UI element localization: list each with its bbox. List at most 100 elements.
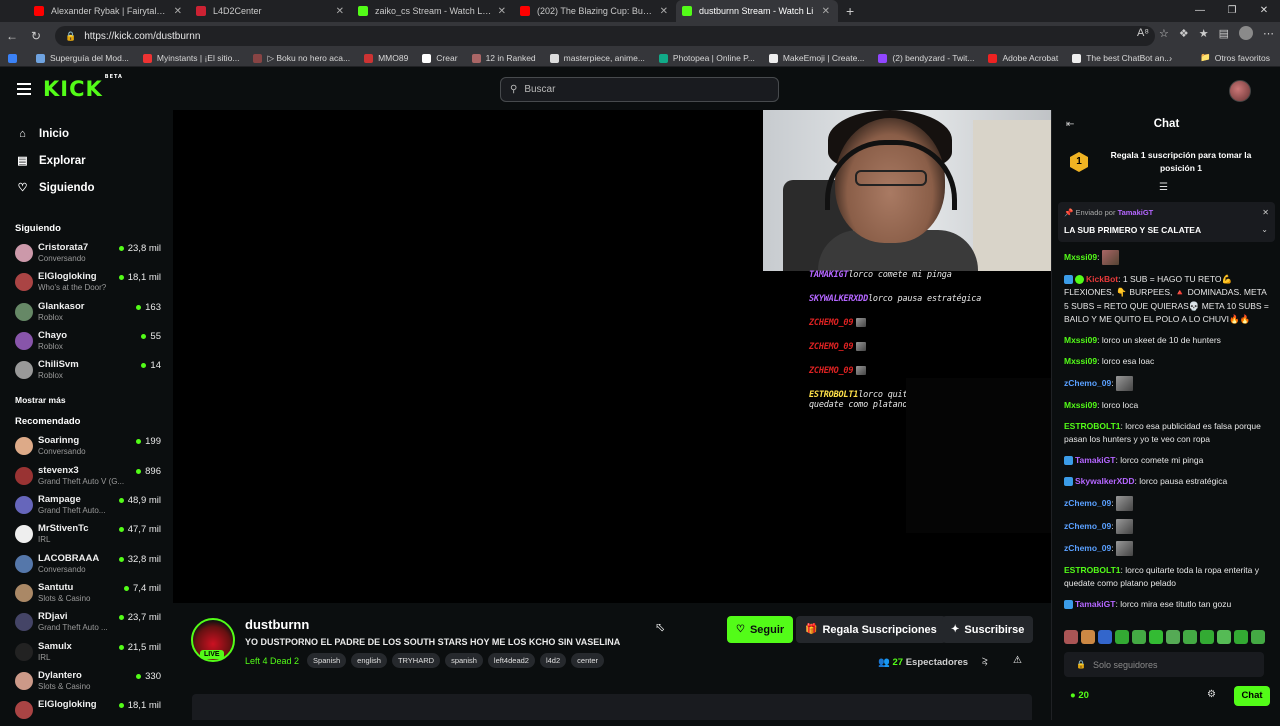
subscribe-button[interactable]: ✦ Suscribirse (942, 616, 1034, 643)
stream-tag[interactable]: TRYHARD (391, 653, 441, 668)
sub-leaderboard[interactable]: 1 Regala 1 suscripción para tomar la pos… (1062, 146, 1272, 184)
follow-button[interactable]: ♡ Seguir (727, 616, 794, 643)
browser-tab[interactable]: zaiko_cs Stream - Watch Live on K ✕ (352, 0, 514, 22)
quick-emote-icon[interactable] (1234, 630, 1248, 644)
chat-username[interactable]: ESTROBOLT1 (1064, 421, 1121, 431)
quick-emote-icon[interactable] (1081, 630, 1095, 644)
sidebar-channel[interactable]: ElGlogloking Who's at the Door? 18,1 mil (0, 269, 173, 298)
quick-emote-icon[interactable] (1098, 630, 1112, 644)
minimize-button[interactable]: — (1184, 0, 1216, 22)
sidebar-channel[interactable]: Cristorata7 Conversando 23,8 mil (0, 240, 173, 269)
chat-username[interactable]: TamakiGT (1075, 599, 1115, 609)
back-button[interactable]: ← (0, 29, 24, 43)
quick-emote-icon[interactable] (1251, 630, 1265, 644)
profile-avatar[interactable] (1239, 26, 1253, 40)
browser-tab[interactable]: L4D2Center ✕ (190, 0, 352, 22)
filter-icon[interactable]: ☰ (1159, 182, 1168, 193)
sidebar-channel[interactable]: Rampage Grand Theft Auto... 48,9 mil (0, 492, 173, 521)
channel-name[interactable]: dustburnn (245, 617, 309, 632)
quick-emote-icon[interactable] (1064, 630, 1078, 644)
bookmark-item[interactable]: Adobe Acrobat (988, 53, 1058, 64)
gear-icon[interactable]: ⚙ (1207, 689, 1216, 700)
browser-tab[interactable]: (202) The Blazing Cup: Bully vs Ch ✕ (514, 0, 676, 22)
stream-tag[interactable]: spanish (445, 653, 483, 668)
more-icon[interactable]: ⋯ (1263, 27, 1274, 40)
chat-username[interactable]: SkywalkerXDD (1075, 476, 1135, 486)
url-field[interactable]: 🔒 https://kick.com/dustburnn (55, 26, 1155, 46)
chat-username[interactable]: Mxssi09 (1064, 252, 1097, 262)
sidebar-channel[interactable]: MrStivenTc IRL 47,7 mil (0, 521, 173, 550)
bookmark-item[interactable]: Superguía del Mod... (36, 53, 129, 64)
menu-icon[interactable] (17, 83, 31, 95)
read-aloud-icon[interactable]: A⁸ (1137, 27, 1149, 39)
chat-username[interactable]: TamakiGT (1075, 455, 1115, 465)
category-link[interactable]: Left 4 Dead 2 (245, 656, 299, 666)
bookmark-item[interactable]: Crear (422, 53, 458, 64)
bookmark-item[interactable]: 12 in Ranked (471, 53, 536, 64)
quick-emote-icon[interactable] (1115, 630, 1129, 644)
sidebar-channel[interactable]: Soarinng Conversando 199 (0, 433, 173, 462)
chat-username[interactable]: zChemo_09 (1064, 520, 1111, 530)
other-bookmarks[interactable]: › 📁 Otros favoritos (1169, 52, 1270, 63)
close-window-button[interactable]: ✕ (1248, 0, 1280, 22)
quick-emote-icon[interactable] (1200, 630, 1214, 644)
sidebar-channel[interactable]: LACOBRAAA Conversando 32,8 mil (0, 551, 173, 580)
quick-emote-icon[interactable] (1183, 630, 1197, 644)
close-tab-icon[interactable]: ✕ (174, 6, 182, 17)
kick-logo[interactable]: KICK BETA (43, 74, 123, 101)
send-chat-button[interactable]: Chat (1234, 686, 1270, 706)
stream-tag[interactable]: l4d2 (539, 653, 567, 668)
new-tab-button[interactable]: + (846, 3, 854, 19)
sidebar-channel[interactable]: Santutu Slots & Casino 7,4 mil (0, 580, 173, 609)
quick-emote-icon[interactable] (1149, 630, 1163, 644)
reload-button[interactable]: ↻ (24, 29, 48, 43)
chat-username[interactable]: zChemo_09 (1064, 498, 1111, 508)
sidebar-channel[interactable]: Samulx IRL 21,5 mil (0, 639, 173, 668)
chat-username[interactable]: KickBot (1086, 274, 1118, 284)
bookmark-item[interactable]: Myinstants | ¡El sitio... (142, 53, 239, 64)
search-input[interactable]: ⚲ Buscar (500, 77, 779, 102)
bookmark-item[interactable]: The best ChatBot an... (1072, 53, 1171, 64)
share-icon[interactable]: ⥸ (982, 656, 988, 667)
bookmark-item[interactable]: Photopea | Online P... (658, 53, 755, 64)
sidebar-channel[interactable]: ChiliSvm Roblox 14 (0, 357, 173, 386)
nav-item-inicio[interactable]: ⌂ Inicio (0, 120, 173, 147)
sidebar-channel[interactable]: stevenx3 Grand Theft Auto V (G... 896 (0, 463, 173, 492)
sidebar-channel[interactable]: ElGlogloking 18,1 mil (0, 697, 173, 726)
show-more-link[interactable]: Mostrar más (0, 390, 173, 410)
stream-tag[interactable]: center (571, 653, 605, 668)
stream-tag[interactable]: english (351, 653, 387, 668)
maximize-button[interactable]: ❐ (1216, 0, 1248, 22)
sidebar-channel[interactable]: RDjavi Grand Theft Auto ... 23,7 mil (0, 609, 173, 638)
video-player[interactable]: TAMAKIGTlorco comete mi pinga SKYWALKERXD… (173, 110, 1051, 603)
star-icon[interactable]: ☆ (1159, 27, 1169, 40)
chat-username[interactable]: zChemo_09 (1064, 543, 1111, 553)
gift-subs-button[interactable]: 🎁 Regala Suscripciones (796, 616, 946, 643)
stream-tag[interactable]: Spanish (307, 653, 347, 668)
unpin-icon[interactable]: ✕ (1262, 208, 1269, 217)
user-avatar[interactable] (1229, 80, 1251, 102)
sidebar-channel[interactable]: Chayo Roblox 55 (0, 328, 173, 357)
channel-points[interactable]: ● 20 (1070, 690, 1089, 701)
stream-tag[interactable]: left4dead2 (487, 653, 535, 668)
collections-icon[interactable]: ▤ (1219, 27, 1229, 40)
close-tab-icon[interactable]: ✕ (498, 6, 506, 17)
bookmark-item[interactable]: ▷ Boku no hero aca... (253, 53, 350, 64)
close-tab-icon[interactable]: ✕ (336, 6, 344, 17)
nav-item-siguiendo[interactable]: ♡ Siguiendo (0, 174, 173, 201)
quick-emote-icon[interactable] (1166, 630, 1180, 644)
sidebar-channel[interactable]: Glankasor Roblox 163 (0, 299, 173, 328)
chat-input[interactable]: 🔒 Solo seguidores (1064, 652, 1264, 677)
nav-item-explorar[interactable]: ▤ Explorar (0, 147, 173, 174)
bookmark-item[interactable]: MakeEmoji | Create... (768, 53, 864, 64)
close-tab-icon[interactable]: ✕ (822, 6, 830, 17)
chevron-down-icon[interactable]: ⌄ (1261, 225, 1268, 234)
bookmark-apps-icon[interactable] (8, 53, 22, 63)
browser-tab[interactable]: dustburnn Stream - Watch Li ✕ (676, 0, 838, 22)
quick-emote-icon[interactable] (1132, 630, 1146, 644)
sidebar-channel[interactable]: Dylantero Slots & Casino 330 (0, 668, 173, 697)
browser-tab[interactable]: Alexander Rybak | Fairytale - mu ✕ (28, 0, 190, 22)
quick-emote-icon[interactable] (1217, 630, 1231, 644)
close-tab-icon[interactable]: ✕ (660, 6, 668, 17)
bookmark-item[interactable]: masterpiece, anime... (549, 53, 645, 64)
